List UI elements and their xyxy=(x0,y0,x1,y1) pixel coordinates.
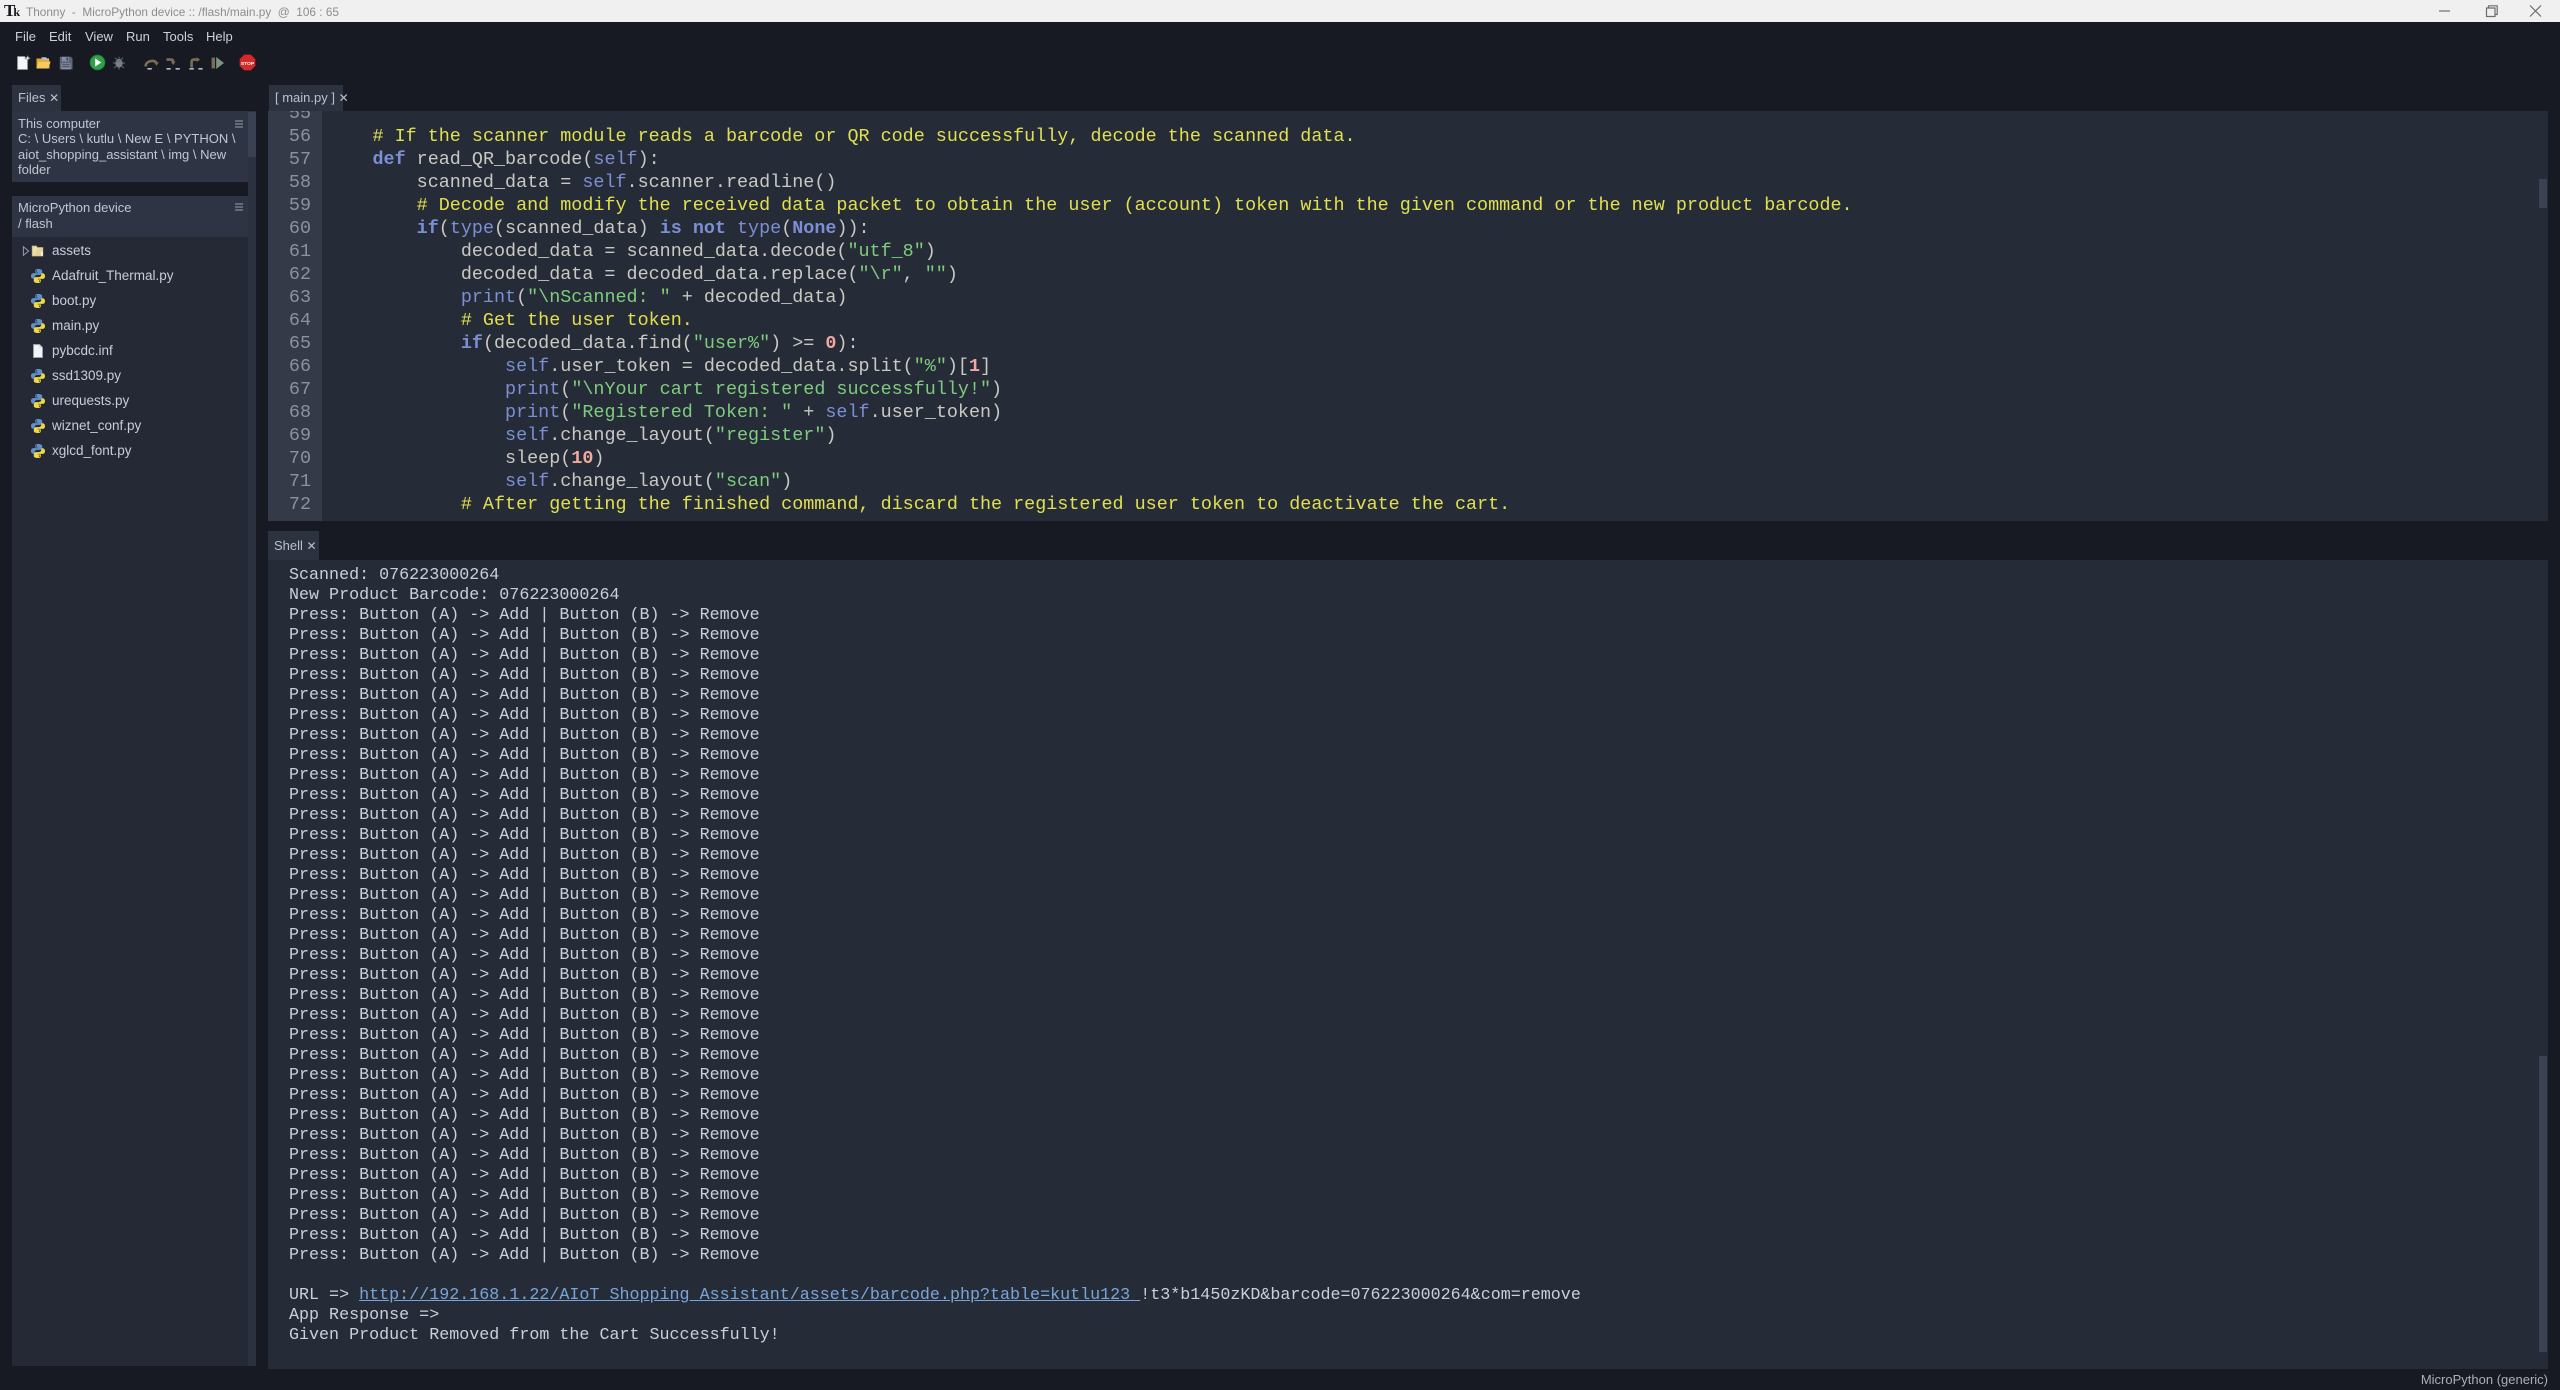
svg-text:STOP: STOP xyxy=(241,61,255,67)
